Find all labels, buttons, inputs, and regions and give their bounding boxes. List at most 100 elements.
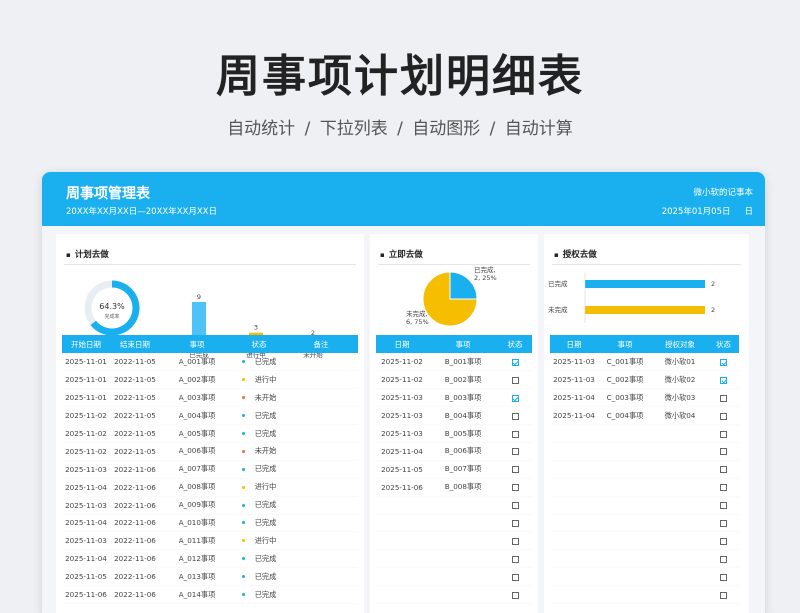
- table-row: [550, 496, 739, 515]
- pie-label: 6, 75%: [406, 318, 429, 326]
- status-checkbox[interactable]: [511, 448, 519, 456]
- status-cell[interactable]: 已完成: [234, 460, 284, 479]
- status-cell: [498, 478, 532, 497]
- table-row: 2025-11-02 B_001事项: [376, 353, 532, 372]
- status-checkbox[interactable]: [511, 430, 519, 438]
- status-checkbox[interactable]: [511, 519, 519, 527]
- status-cell[interactable]: 已完成: [234, 424, 284, 443]
- pie-slice-0: [449, 271, 478, 300]
- status-cell[interactable]: 已完成: [234, 406, 284, 426]
- remark-cell[interactable]: [284, 406, 358, 426]
- status-cell[interactable]: 进行中: [234, 478, 284, 497]
- status-cell[interactable]: 已完成: [234, 567, 284, 587]
- end-date-cell: 2022-11-06: [110, 531, 160, 551]
- remark-cell[interactable]: [284, 388, 358, 408]
- status-checkbox[interactable]: [720, 376, 727, 384]
- remark-cell[interactable]: [284, 424, 358, 443]
- status-cell[interactable]: 未开始: [234, 388, 284, 408]
- status-cell[interactable]: 已完成: [234, 549, 284, 569]
- table-row: [376, 585, 532, 604]
- status-dot-icon: [241, 449, 245, 453]
- status-checkbox[interactable]: [511, 394, 519, 402]
- status-checkbox[interactable]: [720, 412, 727, 420]
- remark-cell[interactable]: [284, 514, 358, 533]
- hbar-1: [585, 306, 705, 314]
- item-cell: C_004事项: [598, 406, 652, 426]
- status-dot-icon: [241, 539, 245, 543]
- status-cell[interactable]: 已完成: [234, 353, 284, 372]
- item-cell: A_013事项: [160, 567, 234, 587]
- status-text: 已完成: [254, 428, 277, 438]
- status-checkbox[interactable]: [511, 573, 519, 581]
- status-checkbox[interactable]: [511, 591, 519, 599]
- status-text: 已完成: [254, 356, 277, 366]
- plan-panel: 计划去做 64.3% 完成率 9已完成3进行中2未开始 开始日期结束日期事项状态…: [56, 234, 364, 613]
- status-checkbox[interactable]: [511, 502, 519, 510]
- status-cell[interactable]: 已完成: [234, 585, 284, 604]
- status-cell[interactable]: 已完成: [234, 514, 284, 533]
- status-checkbox[interactable]: [511, 358, 519, 366]
- date-cell: 2025-11-03: [376, 388, 428, 408]
- remark-cell[interactable]: [284, 478, 358, 497]
- status-cell[interactable]: 进行中: [234, 370, 284, 390]
- remark-cell[interactable]: [284, 496, 358, 515]
- date-cell: 2025-11-03: [376, 406, 428, 426]
- hbar-category-label: 已完成: [548, 279, 568, 288]
- remark-cell[interactable]: [284, 442, 358, 461]
- status-checkbox[interactable]: [511, 555, 519, 563]
- status-checkbox[interactable]: [720, 591, 727, 599]
- remark-cell[interactable]: [284, 370, 358, 390]
- item-cell: B_006事项: [428, 442, 498, 461]
- start-date-cell: 2025-11-03: [62, 460, 110, 479]
- remark-cell[interactable]: [284, 585, 358, 604]
- status-checkbox[interactable]: [511, 537, 519, 545]
- column-header: 结束日期: [110, 335, 160, 353]
- start-date-cell: 2025-11-03: [62, 531, 110, 551]
- status-cell: [708, 478, 739, 497]
- status-cell: [498, 531, 532, 551]
- status-checkbox[interactable]: [720, 555, 727, 563]
- table-row: 2025-11-03 2022-11-06 A_011事项 进行中: [62, 531, 358, 551]
- status-checkbox[interactable]: [511, 412, 519, 420]
- remark-cell[interactable]: [284, 531, 358, 551]
- status-checkbox[interactable]: [511, 484, 519, 492]
- status-checkbox[interactable]: [720, 394, 727, 402]
- status-checkbox[interactable]: [720, 502, 727, 510]
- status-checkbox[interactable]: [511, 376, 519, 384]
- table-row: 2025-11-05 B_007事项: [376, 460, 532, 479]
- item-cell: A_014事项: [160, 585, 234, 604]
- column-header: 状态: [234, 335, 284, 353]
- end-date-cell: 2022-11-06: [110, 585, 160, 604]
- table-row: 2025-11-04 2022-11-06 A_012事项 已完成: [62, 549, 358, 569]
- status-checkbox[interactable]: [720, 573, 727, 581]
- hbar-category-label: 未完成: [548, 305, 568, 314]
- remark-cell[interactable]: [284, 460, 358, 479]
- date-cell: 2025-11-04: [550, 388, 598, 408]
- status-checkbox[interactable]: [720, 466, 727, 474]
- remark-cell[interactable]: [284, 353, 358, 372]
- status-checkbox[interactable]: [720, 448, 727, 456]
- status-text: 未开始: [254, 446, 277, 456]
- status-checkbox[interactable]: [720, 430, 727, 438]
- status-cell[interactable]: 进行中: [234, 531, 284, 551]
- status-checkbox[interactable]: [720, 358, 727, 366]
- status-checkbox[interactable]: [720, 537, 727, 545]
- status-cell: [498, 424, 532, 443]
- table-row: 2025-11-03 C_001事项 微小软01: [550, 353, 739, 372]
- delegate-panel-title: 授权去做: [554, 248, 597, 260]
- item-cell: A_009事项: [160, 496, 234, 515]
- status-checkbox[interactable]: [511, 466, 519, 474]
- status-cell[interactable]: 已完成: [234, 496, 284, 515]
- status-checkbox[interactable]: [720, 484, 727, 492]
- status-cell[interactable]: 未开始: [234, 442, 284, 461]
- date-cell: 2025-11-02: [376, 353, 428, 372]
- status-checkbox[interactable]: [720, 519, 727, 527]
- status-cell: [498, 388, 532, 408]
- remark-cell[interactable]: [284, 567, 358, 587]
- remark-cell[interactable]: [284, 549, 358, 569]
- item-cell: A_003事项: [160, 388, 234, 408]
- start-date-cell: 2025-11-04: [62, 514, 110, 533]
- end-date-cell: 2022-11-06: [110, 549, 160, 569]
- table-row: [550, 460, 739, 479]
- status-cell: [498, 460, 532, 479]
